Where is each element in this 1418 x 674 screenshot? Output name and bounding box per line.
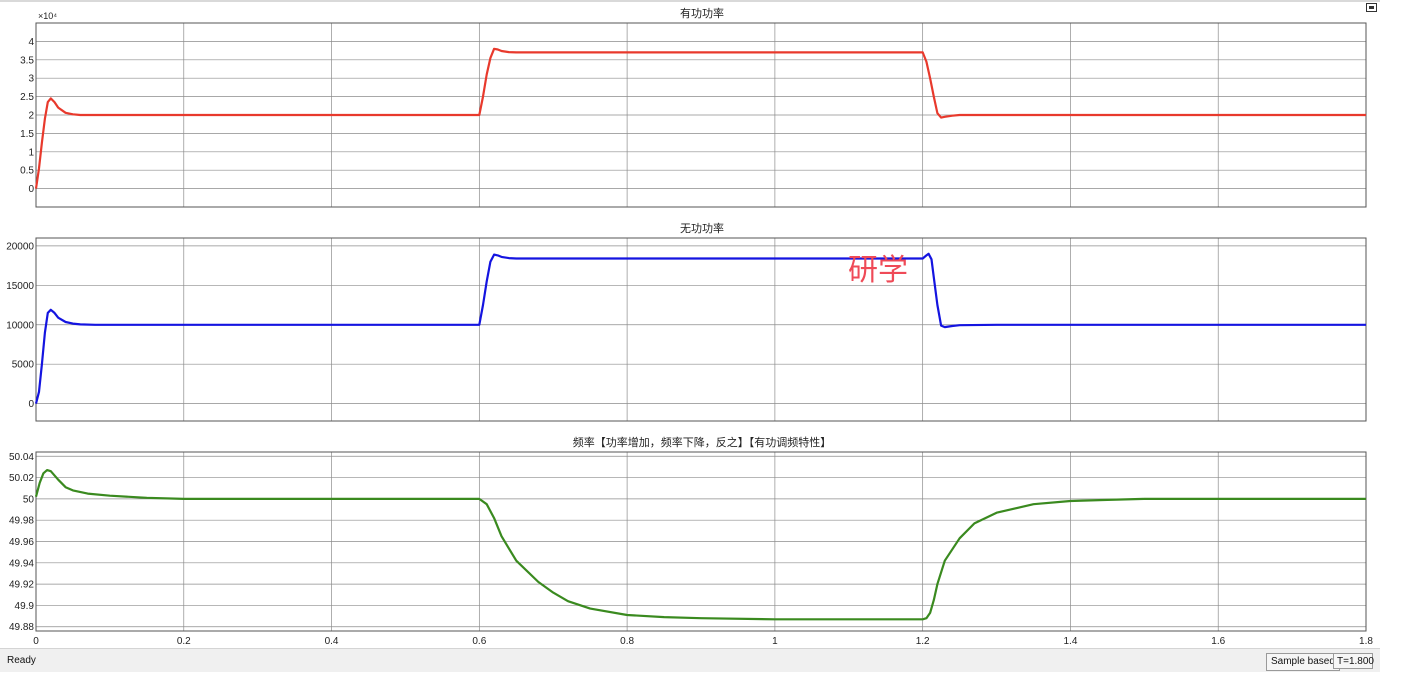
- y-tick-label: 0.5: [20, 166, 34, 177]
- y-tick-label: 1: [28, 147, 34, 158]
- y-tick-label: 4: [28, 37, 34, 48]
- y-tick-label: 49.98: [9, 516, 34, 527]
- y-tick-label: 0: [28, 184, 34, 195]
- y-tick-label: 5000: [12, 360, 35, 371]
- plot-title: 有功功率: [680, 6, 724, 20]
- panel-reactive-power: 无功功率 0 5000 10000 15000 20000 研学: [6, 221, 1367, 422]
- y-tick-label: 2.5: [20, 92, 34, 103]
- panel-frequency: 频率【功率增加，频率下降，反之】【有功调频特性】 0 0.2 0.4 0.6 0.8 1 1…: [9, 435, 1373, 646]
- y-tick-label: 1.5: [20, 129, 34, 140]
- status-bar: Ready Sample based T=1.800: [0, 648, 1380, 672]
- y-tick-label: 10000: [6, 320, 34, 331]
- x-tick-label: 0.8: [620, 636, 634, 646]
- y-tick-label: 50.02: [9, 473, 34, 484]
- y-tick-label: 3: [28, 74, 34, 85]
- x-tick-label: 1.4: [1063, 636, 1077, 646]
- x-tick-label: 0.6: [472, 636, 486, 646]
- y-tick-label: 49.88: [9, 622, 34, 633]
- series-frequency-line: [34, 469, 1366, 621]
- x-tick-label: 1.2: [916, 636, 930, 646]
- sample-mode-indicator: Sample based: [1266, 653, 1340, 671]
- x-tick-label: 1.8: [1359, 636, 1373, 646]
- watermark-text: 研学: [848, 253, 908, 288]
- axes-box: [35, 237, 1367, 422]
- x-tick-label: 0.4: [325, 636, 339, 646]
- y-tick-label: 20000: [6, 241, 34, 252]
- y-tick-label: 49.94: [9, 558, 34, 569]
- plot-title: 无功功率: [680, 221, 724, 235]
- status-text: Ready: [7, 655, 36, 666]
- panel-active-power: 有功功率 ×10⁴ 0 0.5 1 1.5 2 2.5 3 3.5 4: [20, 6, 1367, 208]
- series-reactive-power-line: [34, 252, 1366, 404]
- y-tick-label: 49.96: [9, 537, 34, 548]
- y-tick-label: 49.9: [15, 601, 35, 612]
- y-tick-label: 0: [28, 399, 34, 410]
- y-tick-label: 2: [28, 111, 34, 122]
- y-exponent-label: ×10⁴: [38, 11, 57, 21]
- y-tick-label: 50.04: [9, 452, 34, 463]
- x-tick-label: 0.2: [177, 636, 191, 646]
- x-tick-label: 0: [33, 636, 39, 646]
- y-tick-label: 50: [23, 494, 35, 505]
- scope-plots: 有功功率 ×10⁴ 00.511.522.533.54 无功功率 0500010…: [6, 6, 1373, 646]
- y-tick-label: 15000: [6, 281, 34, 292]
- time-indicator: T=1.800: [1333, 653, 1374, 669]
- x-tick-label: 1.6: [1211, 636, 1225, 646]
- plot-title: 频率【功率增加，频率下降，反之】【有功调频特性】: [573, 435, 832, 449]
- y-tick-label: 49.92: [9, 580, 34, 591]
- x-tick-label: 1: [772, 636, 778, 646]
- series-active-power-line: [34, 47, 1366, 189]
- y-tick-label: 3.5: [20, 55, 34, 66]
